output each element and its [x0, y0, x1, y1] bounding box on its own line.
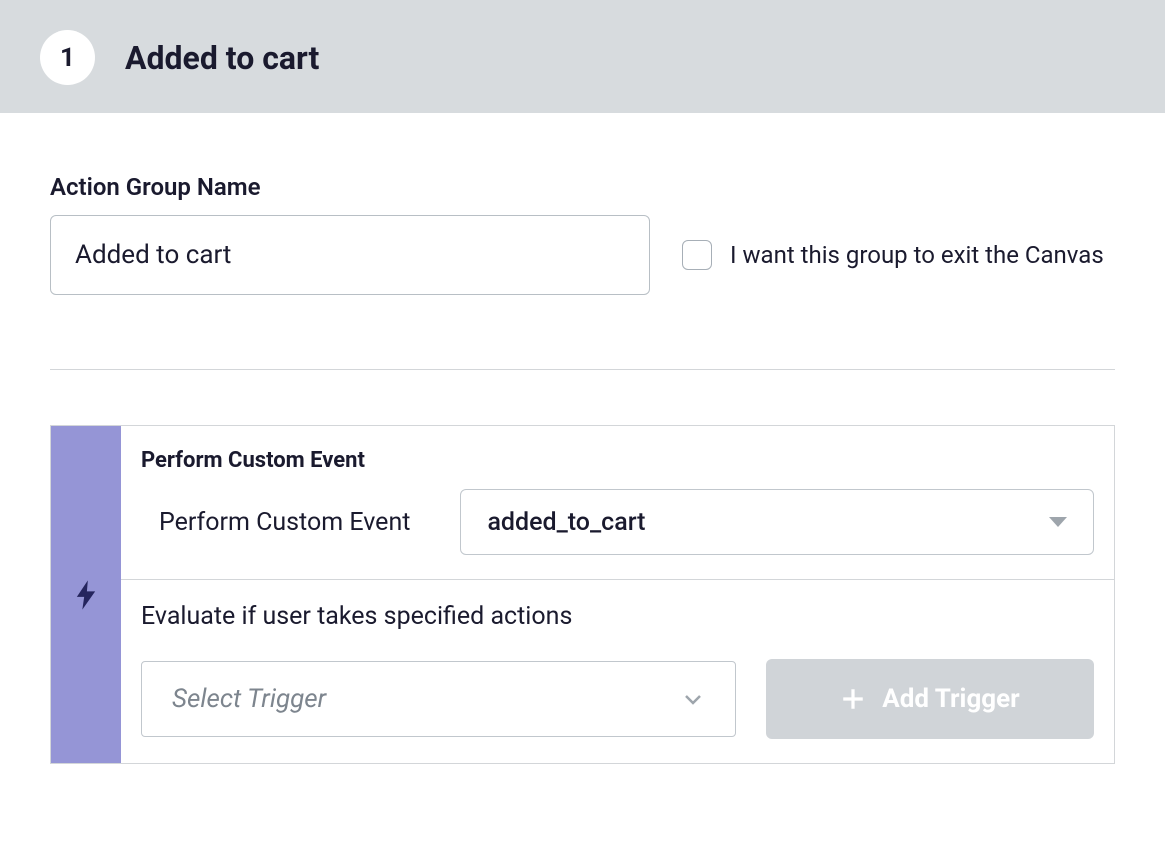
- lightning-icon: [75, 579, 97, 611]
- caret-down-icon: [1049, 517, 1067, 527]
- custom-event-value: added_to_cart: [487, 508, 645, 537]
- trigger-row: Select Trigger Add Trigger: [141, 659, 1094, 739]
- add-trigger-label: Add Trigger: [882, 684, 1019, 714]
- add-trigger-button[interactable]: Add Trigger: [766, 659, 1094, 739]
- custom-event-select[interactable]: added_to_cart: [460, 489, 1094, 555]
- exit-canvas-checkbox-wrap: I want this group to exit the Canvas: [682, 240, 1104, 270]
- step-title: Added to cart: [125, 39, 319, 77]
- custom-event-row: Perform Custom Event added_to_cart: [141, 489, 1094, 555]
- event-body: Perform Custom Event Perform Custom Even…: [121, 426, 1114, 763]
- trigger-select[interactable]: Select Trigger: [141, 661, 736, 737]
- step-number-badge: 1: [40, 30, 95, 85]
- step-header: 1 Added to cart: [0, 0, 1165, 113]
- evaluate-label: Evaluate if user takes specified actions: [141, 602, 1094, 631]
- plus-icon: [840, 686, 866, 712]
- accent-bar: [51, 426, 121, 763]
- exit-canvas-checkbox[interactable]: [682, 240, 712, 270]
- exit-canvas-label: I want this group to exit the Canvas: [730, 241, 1104, 269]
- trigger-placeholder: Select Trigger: [172, 684, 326, 714]
- main-content: Action Group Name I want this group to e…: [0, 113, 1165, 814]
- action-group-name-label: Action Group Name: [50, 173, 1115, 201]
- custom-event-header: Perform Custom Event: [141, 448, 1094, 473]
- custom-event-row-label: Perform Custom Event: [159, 508, 410, 537]
- step-number: 1: [60, 43, 75, 73]
- section-divider: [50, 369, 1115, 370]
- custom-event-section: Perform Custom Event Perform Custom Even…: [121, 426, 1114, 579]
- chevron-down-icon: [681, 687, 705, 711]
- action-group-name-input[interactable]: [50, 215, 650, 295]
- event-panel: Perform Custom Event Perform Custom Even…: [50, 425, 1115, 764]
- evaluate-section: Evaluate if user takes specified actions…: [121, 579, 1114, 763]
- name-row: I want this group to exit the Canvas: [50, 215, 1115, 295]
